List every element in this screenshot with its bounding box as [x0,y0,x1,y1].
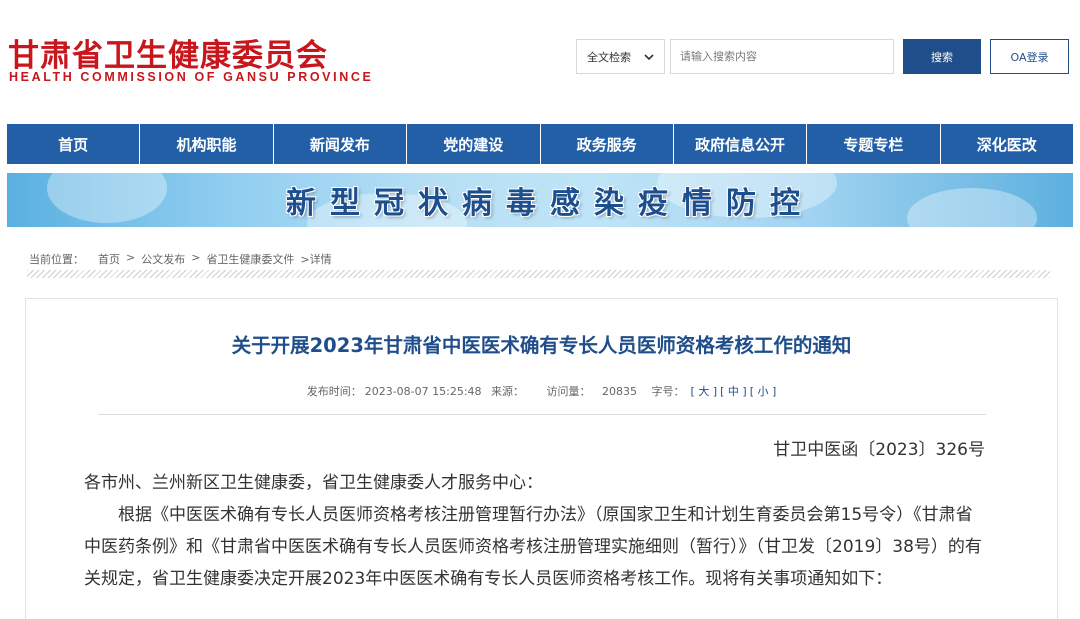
publish-time-label: 发布时间： [306,385,362,398]
breadcrumb: 当前位置： 首页 > 公文发布 > 省卫生健康委文件 >详情 [29,251,338,267]
breadcrumb-link-commission-files[interactable]: 省卫生健康委文件 [206,251,294,267]
search-scope-select[interactable]: 全文检索 [576,39,665,74]
site-header: 甘肃省卫生健康委员会 HEALTH COMMISSION OF GANSU PR… [0,0,1080,120]
nav-item-news[interactable]: 新闻发布 [274,124,408,164]
search-input[interactable] [670,39,894,74]
font-size-medium-button[interactable]: [ 中 ] [720,385,747,398]
breadcrumb-separator: > [191,251,201,264]
search-button[interactable]: 搜索 [903,39,981,74]
hatched-divider [27,270,1050,278]
article-title: 关于开展2023年甘肃省中医医术确有专长人员医师资格考核工作的通知 [231,334,852,357]
oa-login-button[interactable]: OA登录 [990,39,1069,74]
nav-item-party[interactable]: 党的建设 [407,124,541,164]
article-meta: 发布时间： 2023-08-07 15:25:48 来源： 访问量： 20835 … [26,383,1057,399]
nav-item-functions[interactable]: 机构职能 [140,124,274,164]
publish-time: 2023-08-07 15:25:48 [364,385,482,398]
covid-banner[interactable]: 新型冠状病毒感染疫情防控 [7,173,1073,227]
article-panel: 关于开展2023年甘肃省中医医术确有专长人员医师资格考核工作的通知 发布时间： 2… [25,298,1058,619]
nav-item-services[interactable]: 政务服务 [541,124,674,164]
meta-divider [98,414,986,415]
font-size-label: 字号： [651,385,685,398]
recipients-line: 各市州、兰州新区卫生健康委，省卫生健康委人才服务中心： [84,473,543,493]
banner-title: 新型冠状病毒感染疫情防控 [286,186,814,221]
breadcrumb-current: >详情 [300,253,332,266]
chevron-down-icon [644,54,654,61]
nav-item-home[interactable]: 首页 [7,124,141,164]
font-size-large-button[interactable]: [ 大 ] [691,385,718,398]
visits-label: 访问量： [546,385,591,398]
breadcrumb-separator: > [126,251,136,264]
breadcrumb-link-home[interactable]: 首页 [98,251,120,267]
site-logo-cn[interactable]: 甘肃省卫生健康委员会 [8,30,328,75]
nav-item-reform[interactable]: 深化医改 [941,124,1073,164]
font-size-small-button[interactable]: [ 小 ] [750,385,777,398]
search-scope-label: 全文检索 [587,50,631,64]
site-logo-en: HEALTH COMMISSION OF GANSU PROVINCE [9,70,374,84]
source-label: 来源： [491,385,525,398]
main-nav: 首页 机构职能 新闻发布 党的建设 政务服务 政府信息公开 专题专栏 深化医改 [7,124,1073,164]
body-paragraph: 根据《中医医术确有专长人员医师资格考核注册管理暂行办法》（原国家卫生和计划生育委… [84,505,982,589]
document-number: 甘卫中医函〔2023〕326号 [773,440,985,460]
nav-item-disclosure[interactable]: 政府信息公开 [674,124,808,164]
breadcrumb-label: 当前位置： [29,253,84,266]
article-body: 各市州、兰州新区卫生健康委，省卫生健康委人才服务中心： 根据《中医医术确有专长人… [84,467,989,595]
nav-item-topics[interactable]: 专题专栏 [807,124,941,164]
breadcrumb-link-documents[interactable]: 公文发布 [141,251,185,267]
visit-count: 20835 [602,385,638,398]
